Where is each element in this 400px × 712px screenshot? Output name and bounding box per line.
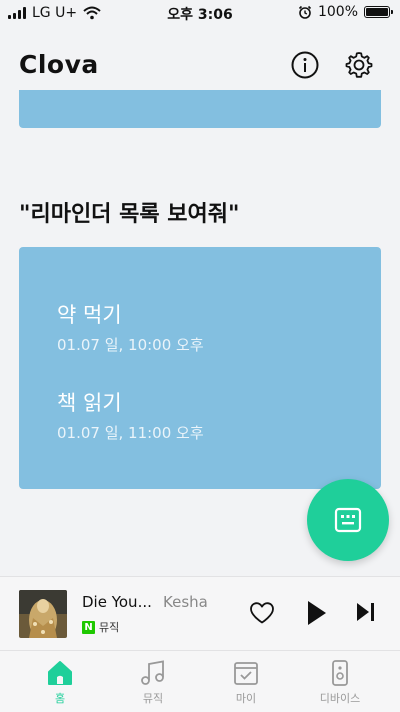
gear-icon[interactable]	[344, 50, 374, 80]
voice-query: "리마인더 목록 보여줘"	[19, 202, 240, 227]
home-icon	[48, 661, 72, 685]
skip-next-icon[interactable]	[356, 601, 376, 623]
heart-icon[interactable]	[249, 601, 275, 625]
info-icon[interactable]	[290, 50, 320, 80]
reminder-time: 01.07 일, 11:00 오후	[57, 424, 204, 442]
music-source: N 뮤직	[82, 619, 119, 635]
calendar-check-icon	[234, 662, 258, 685]
tab-label: 디바이스	[319, 692, 361, 705]
reminder-title: 책 읽기	[57, 391, 122, 415]
tab-music[interactable]: 뮤직	[113, 659, 193, 706]
tab-label: 마이	[235, 692, 257, 705]
tab-label: 뮤직	[142, 692, 164, 705]
app-title: Clova	[19, 50, 99, 79]
reminder-time: 01.07 일, 10:00 오후	[57, 336, 204, 354]
play-icon[interactable]	[305, 599, 329, 627]
keyboard-icon	[334, 507, 362, 533]
speaker-device-icon	[332, 660, 348, 686]
battery-icon	[364, 6, 393, 18]
tab-device[interactable]: 디바이스	[300, 659, 380, 706]
reminder-item[interactable]: 약 먹기 01.07 일, 10:00 오후	[57, 299, 204, 355]
music-note-icon	[141, 660, 164, 685]
battery-percent: 100%	[317, 4, 358, 20]
tab-label: 홈	[54, 692, 66, 705]
reminder-title: 약 먹기	[57, 303, 122, 327]
previous-card	[19, 90, 381, 128]
tab-home[interactable]: 홈	[20, 659, 100, 706]
alarm-icon	[298, 5, 312, 19]
reminder-card[interactable]: 약 먹기 01.07 일, 10:00 오후 책 읽기 01.07 일, 11:…	[19, 247, 381, 489]
tab-bar: 홈 뮤직 마이 디바이스	[0, 650, 400, 712]
album-art[interactable]	[19, 590, 67, 638]
tab-my[interactable]: 마이	[206, 659, 286, 706]
app-header: Clova	[0, 40, 400, 90]
reminder-item[interactable]: 책 읽기 01.07 일, 11:00 오후	[57, 387, 204, 443]
song-title: Die You...	[82, 593, 152, 611]
naver-logo-icon: N	[82, 620, 95, 634]
status-bar: LG U+ 오후 3:06 100%	[0, 0, 400, 26]
artist-name: Kesha	[163, 593, 208, 611]
mini-player[interactable]: Die You... Kesha N 뮤직	[0, 576, 400, 651]
status-right: 100%	[298, 4, 393, 20]
keyboard-button[interactable]	[307, 479, 389, 561]
source-label: 뮤직	[99, 621, 120, 634]
